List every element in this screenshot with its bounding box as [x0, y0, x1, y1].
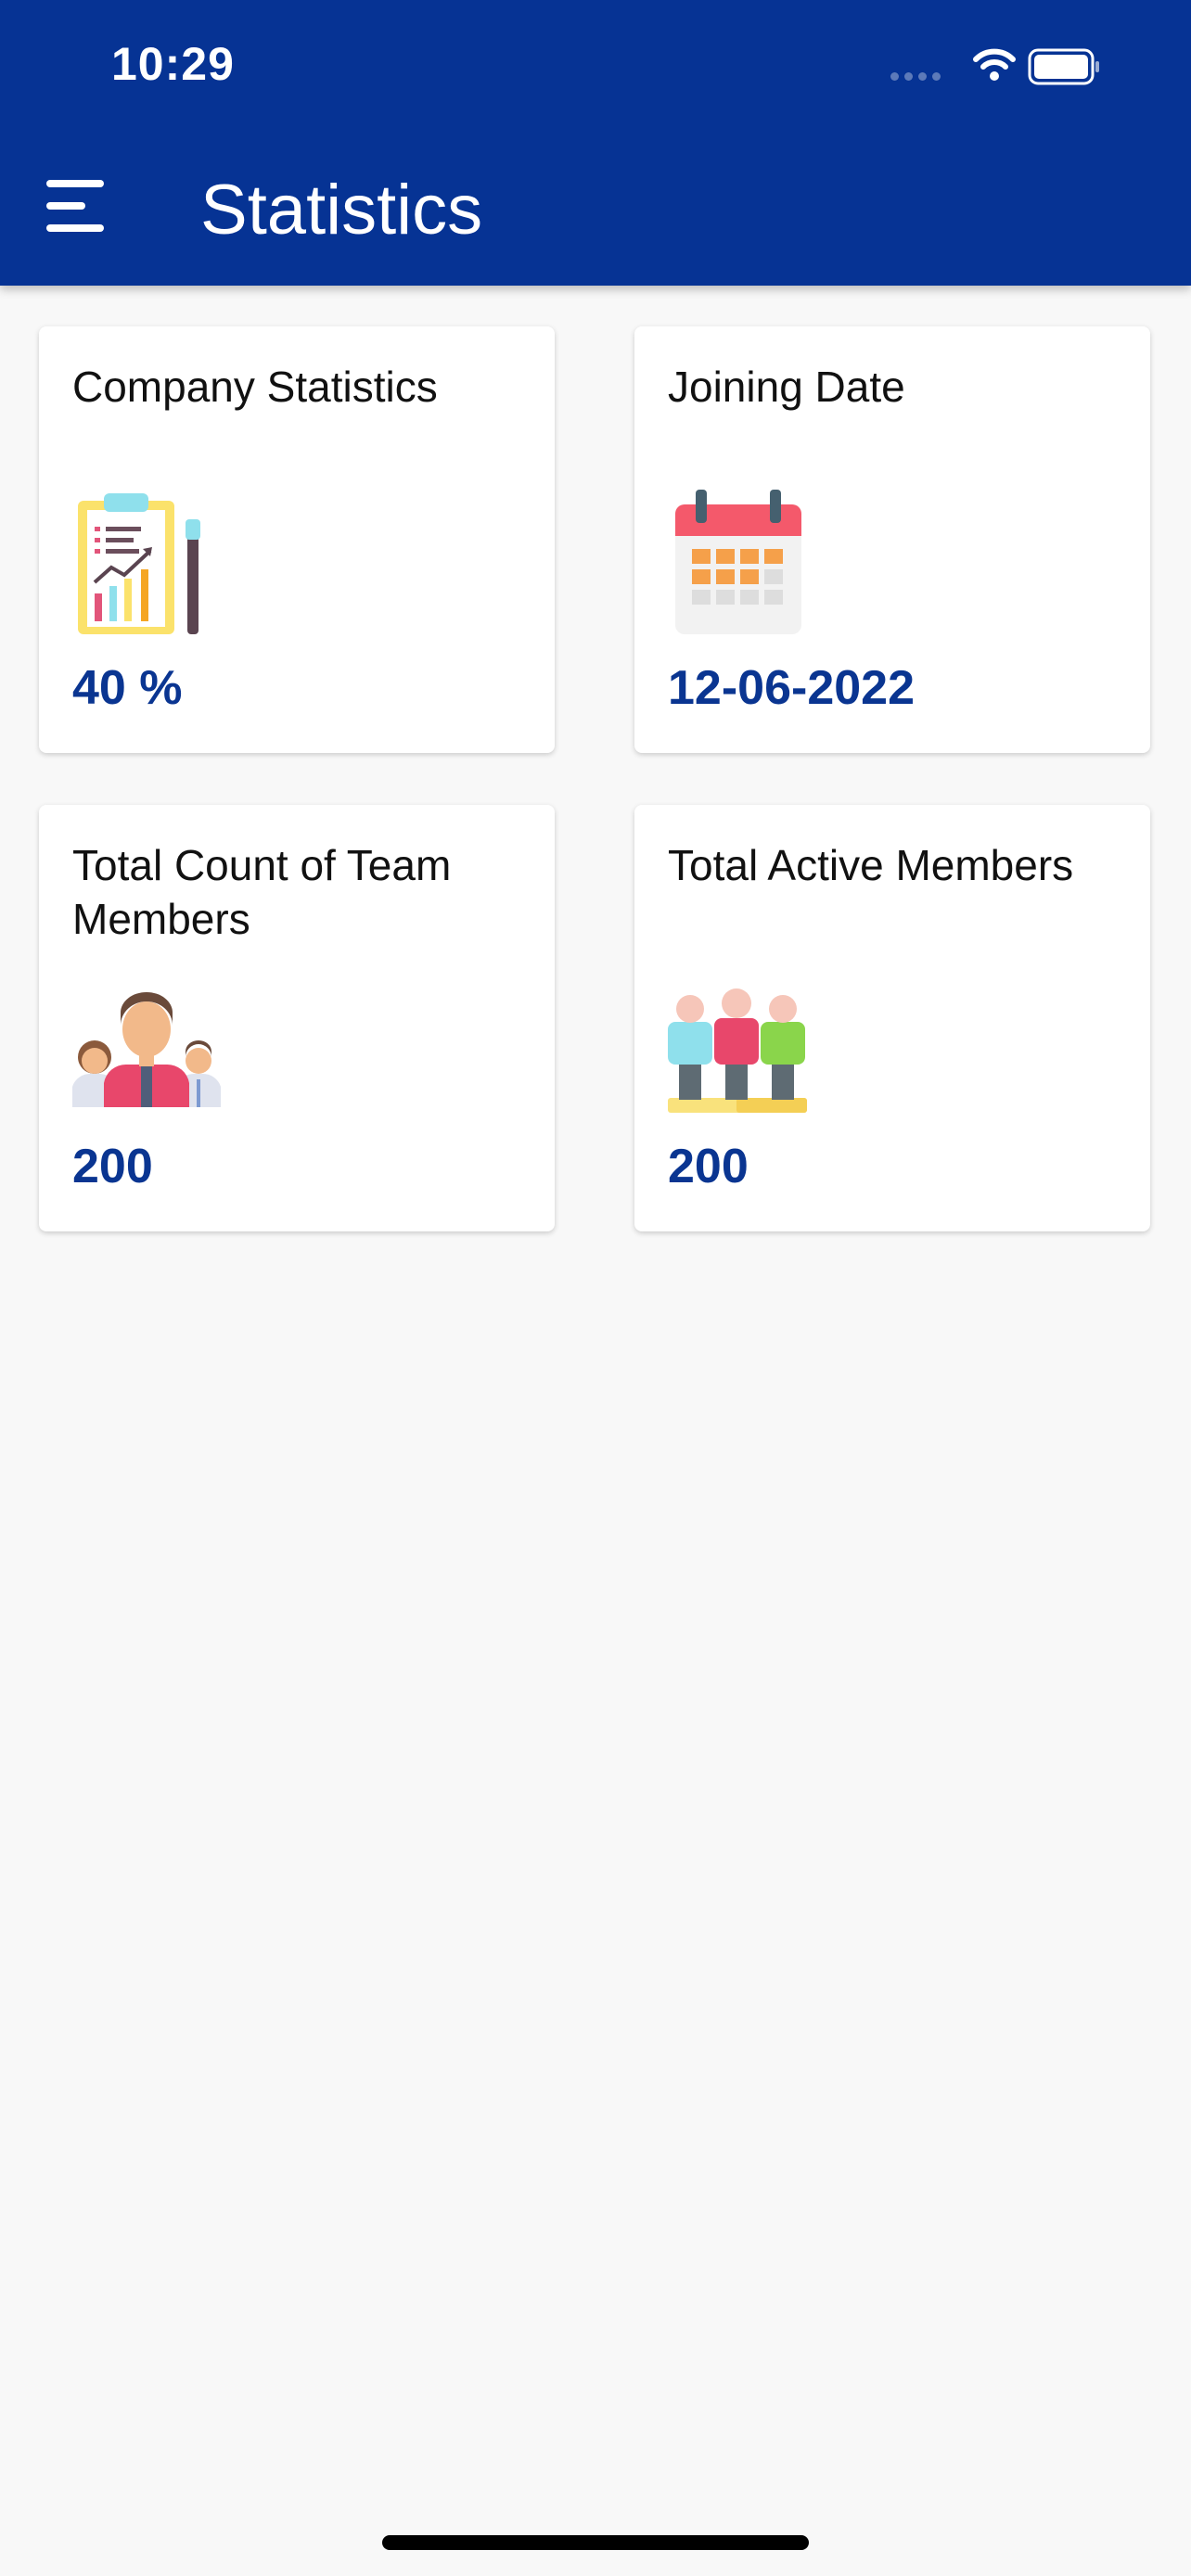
cellular-signal-icon [890, 69, 946, 85]
company-statistics-card[interactable]: Company Statistics 40 % [39, 326, 555, 753]
calendar-icon [675, 490, 801, 634]
card-title: Total Active Members [668, 841, 1074, 889]
active-members-icon [668, 988, 807, 1113]
battery-icon [1028, 48, 1099, 85]
joining-date-card[interactable]: Joining Date 12-06-2022 [634, 326, 1150, 753]
card-value: 12-06-2022 [668, 661, 915, 715]
status-icons [890, 45, 1113, 91]
card-value: 40 % [72, 661, 183, 715]
card-value: 200 [72, 1140, 153, 1193]
wifi-icon [973, 48, 1016, 81]
page-title: Statistics [200, 171, 483, 249]
app-bar: 10:29 Statistics [0, 0, 1191, 286]
menu-icon[interactable] [46, 180, 108, 234]
status-time: 10:29 [111, 38, 235, 90]
card-title: Joining Date [668, 363, 905, 411]
home-indicator[interactable] [382, 2535, 809, 2550]
card-title: Total Count of Team Members [72, 841, 452, 943]
report-clipboard-icon [78, 493, 200, 634]
team-members-icon [72, 992, 221, 1107]
card-value: 200 [668, 1140, 749, 1193]
team-members-card[interactable]: Total Count of Team Members 200 [39, 805, 555, 1231]
active-members-card[interactable]: Total Active Members 200 [634, 805, 1150, 1231]
card-title: Company Statistics [72, 363, 438, 411]
